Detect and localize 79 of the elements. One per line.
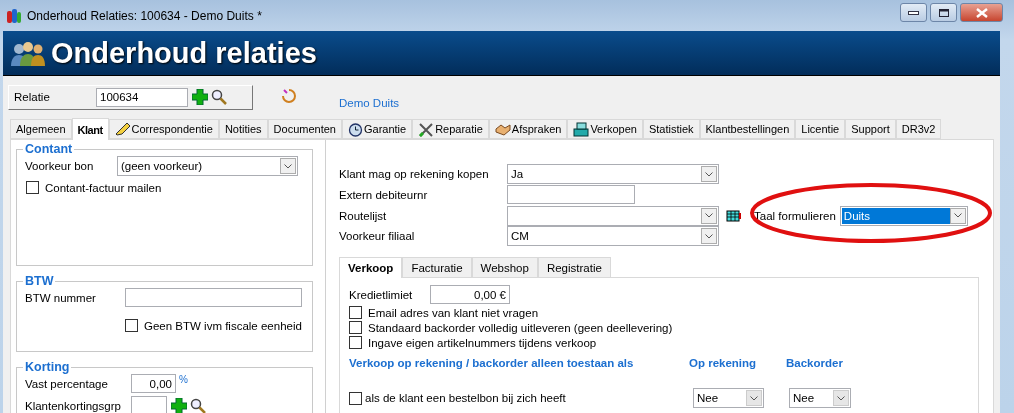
column-heading: Backorder xyxy=(786,357,844,370)
dropdown[interactable]: CM xyxy=(507,226,719,247)
relation-name-link[interactable]: Demo Duits xyxy=(339,97,400,109)
tab[interactable]: Reparatie xyxy=(412,119,489,139)
chevron-down-icon xyxy=(953,213,962,219)
tab[interactable]: Support xyxy=(845,119,896,139)
language-select[interactable]: Duits xyxy=(839,205,968,226)
percentage-input[interactable]: 0,00 xyxy=(131,374,176,393)
relation-label: Relatie xyxy=(14,91,51,103)
unit-label: % xyxy=(179,374,188,385)
relation-input[interactable]: 100634 xyxy=(96,87,188,107)
tab[interactable]: Garantie xyxy=(341,119,413,139)
close-button[interactable] xyxy=(960,3,1003,22)
checkbox[interactable]: Geen BTW ivm fiscale eenheid xyxy=(125,319,302,332)
plus-icon[interactable] xyxy=(171,397,187,413)
tab[interactable]: Licentie xyxy=(795,119,846,139)
pen-icon xyxy=(114,122,131,136)
tab[interactable]: Registratie xyxy=(537,257,611,278)
chevron-down-icon xyxy=(837,395,845,401)
group-title: Contant xyxy=(24,142,74,156)
section-heading: Verkoop op rekening / backorder alleen toestaan als xyxy=(349,357,635,370)
field-label: Routelijst xyxy=(339,209,388,222)
field-label: Voorkeur filiaal xyxy=(339,230,416,243)
tab[interactable]: Afspraken xyxy=(488,119,568,139)
tab[interactable]: DR3v2 xyxy=(895,119,942,139)
field-label: Kredietlimiet xyxy=(349,288,414,301)
plus-icon[interactable] xyxy=(192,89,208,105)
tab[interactable]: Klantbestellingen xyxy=(699,119,796,139)
page-title: Onderhoud relaties xyxy=(51,36,317,70)
tab[interactable]: Documenten xyxy=(267,119,342,139)
list-icon[interactable] xyxy=(726,209,742,222)
cash-register-icon xyxy=(573,121,590,137)
group-title: BTW xyxy=(24,274,55,288)
group-title: Korting xyxy=(24,360,71,374)
tools-icon xyxy=(418,121,435,137)
maximize-button[interactable] xyxy=(930,3,957,22)
credit-limit-input[interactable]: 0,00 € xyxy=(430,285,510,305)
text-input[interactable] xyxy=(507,185,635,205)
tab[interactable]: Webshop xyxy=(471,257,538,278)
tab[interactable]: Notities xyxy=(218,119,268,139)
clock-icon xyxy=(347,121,363,137)
chevron-down-icon xyxy=(750,395,758,401)
field-label: Klantenkortingsgrp xyxy=(25,399,122,412)
field-label: BTW nummer xyxy=(25,291,97,304)
minimize-button[interactable] xyxy=(900,3,927,22)
chevron-down-icon xyxy=(284,163,292,169)
tab[interactable]: Statistiek xyxy=(642,119,700,139)
tab[interactable]: Correspondentie xyxy=(108,119,219,139)
close-icon xyxy=(975,7,988,18)
checkbox[interactable]: Ingave eigen artikelnummers tijdens verkoop xyxy=(349,336,978,350)
search-icon[interactable] xyxy=(211,89,227,105)
field-label: Extern debiteurnr xyxy=(339,188,429,201)
checkbox[interactable]: Email adres van klant niet vragen xyxy=(349,306,978,320)
chevron-down-icon xyxy=(705,213,713,219)
preference-select[interactable]: (geen voorkeur) xyxy=(117,156,298,176)
tab[interactable]: Verkopen xyxy=(567,119,643,139)
column-heading: Op rekening xyxy=(689,357,758,370)
field-label: Voorkeur bon xyxy=(25,160,95,172)
checkbox[interactable]: Contant-factuur mailen xyxy=(26,181,162,194)
field-label: Vast percentage xyxy=(25,377,109,390)
field-label: Taal formulieren xyxy=(754,209,836,222)
window-title: Onderhoud Relaties: 100634 - Demo Duits * xyxy=(27,8,262,23)
search-icon[interactable] xyxy=(190,397,206,413)
chevron-down-icon xyxy=(705,233,713,239)
app-icon xyxy=(6,7,22,24)
btw-number-input[interactable] xyxy=(125,288,302,307)
tab[interactable]: Facturatie xyxy=(402,257,472,278)
tab[interactable]: Klant xyxy=(71,118,109,140)
minimize-icon xyxy=(908,10,919,15)
discount-group-input[interactable] xyxy=(131,396,167,413)
tab[interactable]: Algemeen xyxy=(10,119,72,139)
tab[interactable]: Verkoop xyxy=(339,257,403,279)
field-label: Klant mag op rekening kopen xyxy=(339,168,490,181)
dropdown[interactable]: Ja xyxy=(507,164,719,185)
chevron-down-icon xyxy=(705,171,713,177)
maximize-icon xyxy=(938,8,949,17)
people-icon xyxy=(11,40,45,66)
checkbox[interactable]: Standaard backorder volledig uitleveren (geen deellevering) xyxy=(349,321,978,335)
swirl-icon[interactable] xyxy=(281,88,297,104)
